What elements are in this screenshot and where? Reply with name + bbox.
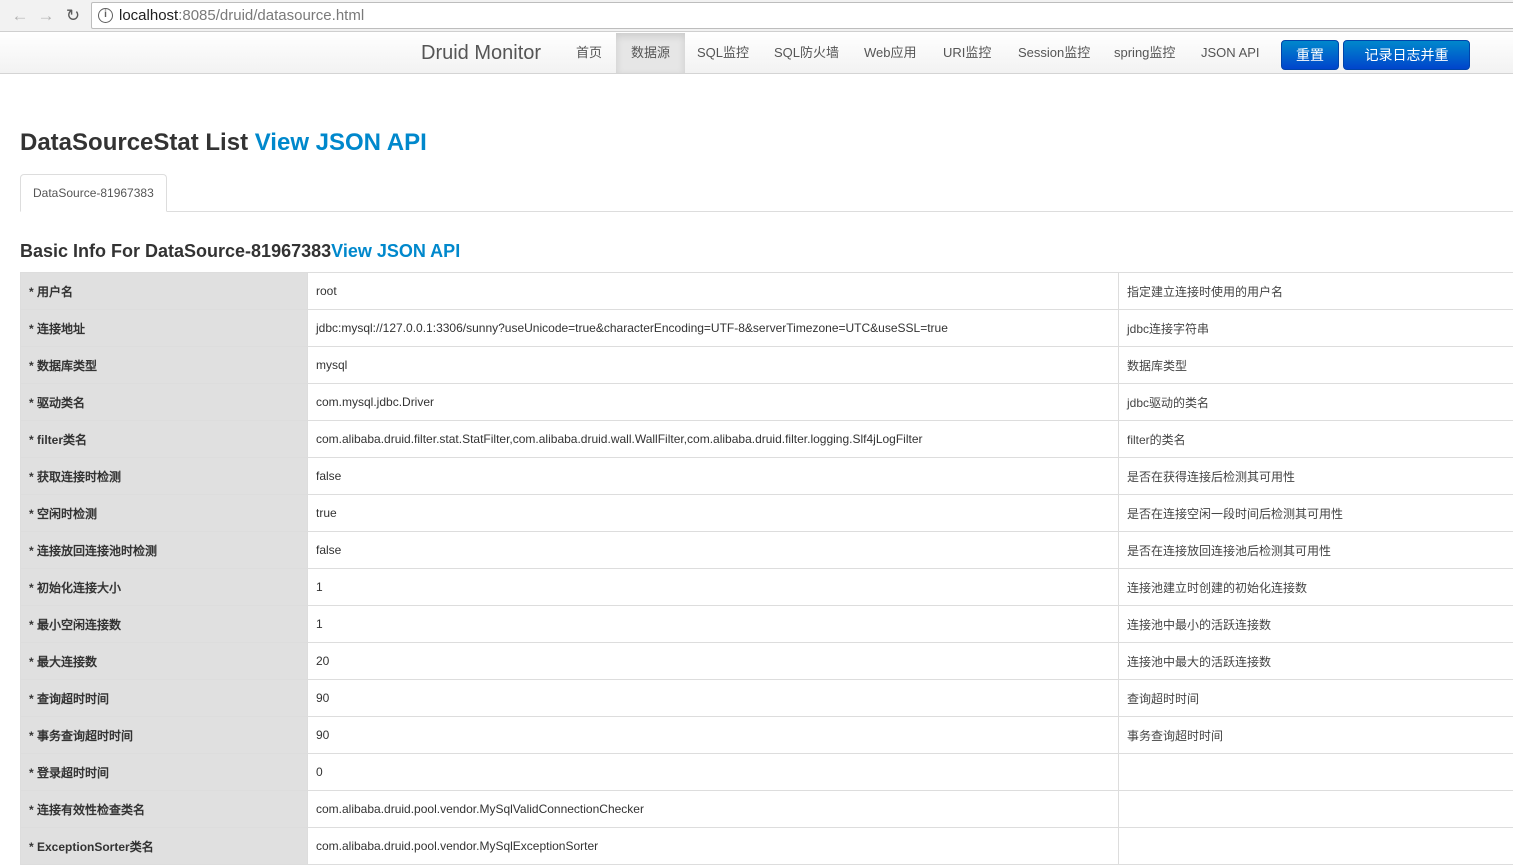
row-desc: 事务查询超时时间 xyxy=(1119,717,1513,754)
row-value: mysql xyxy=(308,347,1119,384)
row-desc: jdbc连接字符串 xyxy=(1119,310,1513,347)
row-value: root xyxy=(308,273,1119,310)
row-desc: filter的类名 xyxy=(1119,421,1513,458)
table-row: * 连接有效性检查类名com.alibaba.druid.pool.vendor… xyxy=(21,791,1513,828)
table-row: * 最小空闲连接数1连接池中最小的活跃连接数 xyxy=(21,606,1513,643)
nav-item-web-app[interactable]: Web应用 xyxy=(849,33,932,73)
row-key: * ExceptionSorter类名 xyxy=(21,828,308,865)
row-key: * 登录超时时间 xyxy=(21,754,308,791)
back-arrow-icon[interactable]: ← xyxy=(10,6,30,26)
row-desc: 是否在连接放回连接池后检测其可用性 xyxy=(1119,532,1513,569)
nav-item-spring[interactable]: spring监控 xyxy=(1099,33,1190,73)
row-key: * 连接地址 xyxy=(21,310,308,347)
row-value: 90 xyxy=(308,717,1119,754)
row-value: 90 xyxy=(308,680,1119,717)
table-row: * 获取连接时检测false是否在获得连接后检测其可用性 xyxy=(21,458,1513,495)
row-desc xyxy=(1119,828,1513,865)
row-key: * filter类名 xyxy=(21,421,308,458)
row-key: * 事务查询超时时间 xyxy=(21,717,308,754)
url-text: localhost:8085/druid/datasource.html xyxy=(119,7,364,24)
brand-title[interactable]: Druid Monitor xyxy=(421,42,541,65)
row-key: * 最大连接数 xyxy=(21,643,308,680)
row-key: * 驱动类名 xyxy=(21,384,308,421)
row-desc xyxy=(1119,791,1513,828)
nav-item-sql-firewall[interactable]: SQL防火墙 xyxy=(759,33,854,73)
section-title-text: Basic Info For DataSource-81967383 xyxy=(20,241,331,261)
table-row: * 初始化连接大小1连接池建立时创建的初始化连接数 xyxy=(21,569,1513,606)
top-navbar: Druid Monitor 首页 数据源 SQL监控 SQL防火墙 Web应用 … xyxy=(0,33,1513,74)
row-desc: 是否在连接空闲一段时间后检测其可用性 xyxy=(1119,495,1513,532)
nav-item-json-api[interactable]: JSON API xyxy=(1186,33,1275,73)
table-row: * 登录超时时间0 xyxy=(21,754,1513,791)
view-json-api-link[interactable]: View JSON API xyxy=(255,129,427,156)
table-row: * filter类名com.alibaba.druid.filter.stat.… xyxy=(21,421,1513,458)
row-key: * 获取连接时检测 xyxy=(21,458,308,495)
row-key: * 最小空闲连接数 xyxy=(21,606,308,643)
row-desc: 数据库类型 xyxy=(1119,347,1513,384)
row-value: com.alibaba.druid.pool.vendor.MySqlExcep… xyxy=(308,828,1119,865)
row-desc: 连接池建立时创建的初始化连接数 xyxy=(1119,569,1513,606)
info-icon[interactable]: i xyxy=(98,8,113,23)
nav-item-uri[interactable]: URI监控 xyxy=(928,33,1006,73)
nav-item-sql[interactable]: SQL监控 xyxy=(682,33,764,73)
row-desc: 是否在获得连接后检测其可用性 xyxy=(1119,458,1513,495)
row-value: com.mysql.jdbc.Driver xyxy=(308,384,1119,421)
row-desc xyxy=(1119,754,1513,791)
row-key: * 空闲时检测 xyxy=(21,495,308,532)
row-value: com.alibaba.druid.pool.vendor.MySqlValid… xyxy=(308,791,1119,828)
section-title: Basic Info For DataSource-81967383View J… xyxy=(20,241,460,262)
log-and-reset-button[interactable]: 记录日志并重置 xyxy=(1343,40,1470,70)
table-row: * 用户名root指定建立连接时使用的用户名 xyxy=(21,273,1513,310)
row-value: 0 xyxy=(308,754,1119,791)
table-row: * 空闲时检测true是否在连接空闲一段时间后检测其可用性 xyxy=(21,495,1513,532)
address-bar[interactable]: i localhost:8085/druid/datasource.html xyxy=(91,2,1513,29)
row-key: * 连接有效性检查类名 xyxy=(21,791,308,828)
browser-toolbar: ← → ↻ i localhost:8085/druid/datasource.… xyxy=(0,0,1513,32)
row-desc: 连接池中最大的活跃连接数 xyxy=(1119,643,1513,680)
basic-info-table: * 用户名root指定建立连接时使用的用户名* 连接地址jdbc:mysql:/… xyxy=(20,272,1513,865)
row-desc: 指定建立连接时使用的用户名 xyxy=(1119,273,1513,310)
row-value: com.alibaba.druid.filter.stat.StatFilter… xyxy=(308,421,1119,458)
page-title-text: DataSourceStat List xyxy=(20,129,255,156)
table-row: * 数据库类型mysql数据库类型 xyxy=(21,347,1513,384)
table-row: * 连接地址jdbc:mysql://127.0.0.1:3306/sunny?… xyxy=(21,310,1513,347)
nav-item-datasource[interactable]: 数据源 xyxy=(616,33,685,73)
nav-item-session[interactable]: Session监控 xyxy=(1003,33,1105,73)
row-value: false xyxy=(308,532,1119,569)
url-host: localhost xyxy=(119,7,178,24)
row-key: * 初始化连接大小 xyxy=(21,569,308,606)
url-path: :8085/druid/datasource.html xyxy=(178,7,364,24)
row-value: true xyxy=(308,495,1119,532)
table-row: * 最大连接数20连接池中最大的活跃连接数 xyxy=(21,643,1513,680)
nav-item-home[interactable]: 首页 xyxy=(561,33,617,73)
row-value: 1 xyxy=(308,606,1119,643)
reset-button[interactable]: 重置 xyxy=(1281,40,1339,70)
table-row: * 查询超时时间90查询超时时间 xyxy=(21,680,1513,717)
datasource-tabs: DataSource-81967383 xyxy=(20,211,1513,212)
page-title: DataSourceStat List View JSON API xyxy=(20,129,427,157)
section-json-api-link[interactable]: View JSON API xyxy=(331,241,460,261)
row-desc: jdbc驱动的类名 xyxy=(1119,384,1513,421)
row-value: 1 xyxy=(308,569,1119,606)
forward-arrow-icon[interactable]: → xyxy=(36,6,56,26)
table-row: * 连接放回连接池时检测false是否在连接放回连接池后检测其可用性 xyxy=(21,532,1513,569)
row-key: * 连接放回连接池时检测 xyxy=(21,532,308,569)
row-value: 20 xyxy=(308,643,1119,680)
tab-datasource[interactable]: DataSource-81967383 xyxy=(20,174,167,212)
table-row: * ExceptionSorter类名com.alibaba.druid.poo… xyxy=(21,828,1513,865)
row-value: false xyxy=(308,458,1119,495)
row-value: jdbc:mysql://127.0.0.1:3306/sunny?useUni… xyxy=(308,310,1119,347)
reload-icon[interactable]: ↻ xyxy=(63,6,83,26)
row-desc: 查询超时时间 xyxy=(1119,680,1513,717)
row-desc: 连接池中最小的活跃连接数 xyxy=(1119,606,1513,643)
row-key: * 数据库类型 xyxy=(21,347,308,384)
row-key: * 用户名 xyxy=(21,273,308,310)
row-key: * 查询超时时间 xyxy=(21,680,308,717)
table-row: * 驱动类名com.mysql.jdbc.Driverjdbc驱动的类名 xyxy=(21,384,1513,421)
table-row: * 事务查询超时时间90事务查询超时时间 xyxy=(21,717,1513,754)
